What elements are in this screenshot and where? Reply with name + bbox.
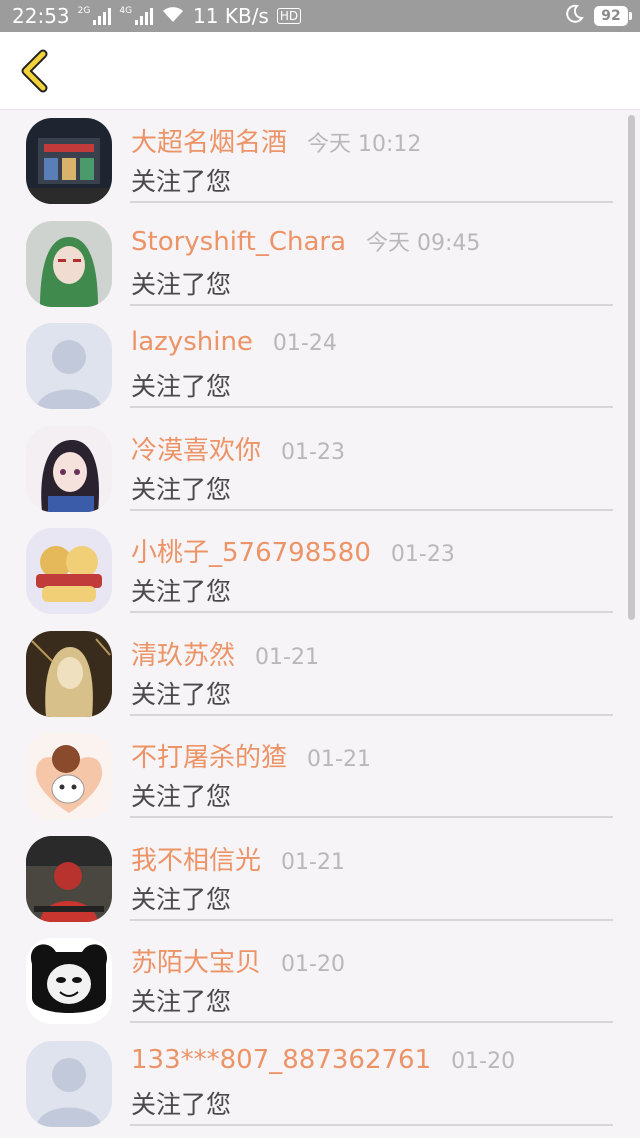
timestamp: 今天 10:12 <box>307 132 422 157</box>
avatar[interactable] <box>26 733 112 819</box>
timestamp: 今天 09:45 <box>366 230 481 256</box>
battery-icon: 92 <box>594 6 632 26</box>
timestamp: 01-21 <box>281 849 345 875</box>
list-item[interactable]: 小桃子_576798580 01-23 关注了您 <box>0 520 640 623</box>
action-text: 关注了您 <box>131 474 232 504</box>
list-item[interactable]: lazyshine 01-24 关注了您 <box>0 315 640 418</box>
status-time: 22:53 <box>12 4 70 28</box>
list-item[interactable]: 清玖苏然 01-21 关注了您 <box>0 623 640 726</box>
action-text: 关注了您 <box>131 679 232 709</box>
avatar[interactable] <box>26 220 112 307</box>
user-name[interactable]: lazyshine <box>131 327 253 357</box>
timestamp: 01-20 <box>281 952 345 977</box>
timestamp: 01-23 <box>281 439 345 465</box>
avatar-image <box>26 630 112 717</box>
avatar-image <box>26 733 112 819</box>
avatar[interactable] <box>26 630 112 717</box>
user-name[interactable]: 133***807_887362761 <box>131 1045 431 1075</box>
timestamp: 01-20 <box>451 1048 516 1074</box>
avatar[interactable] <box>26 835 112 922</box>
action-text: 关注了您 <box>131 167 232 196</box>
divider <box>130 303 613 306</box>
timestamp: 01-21 <box>307 747 371 772</box>
list-item[interactable]: Storyshift_Chara 今天 09:45 关注了您 <box>0 213 640 316</box>
avatar[interactable] <box>26 323 112 409</box>
avatar-image <box>26 425 112 512</box>
avatar-image <box>26 323 112 409</box>
divider <box>130 201 613 203</box>
wifi-icon <box>161 4 185 28</box>
user-name[interactable]: 冷漠喜欢你 <box>131 430 261 467</box>
timestamp: 01-21 <box>255 644 319 670</box>
action-text: 关注了您 <box>131 1089 232 1119</box>
avatar-image <box>26 220 112 307</box>
battery-level: 92 <box>601 8 621 24</box>
avatar[interactable] <box>26 425 112 512</box>
header-bar <box>0 32 640 110</box>
avatar-image <box>26 528 112 614</box>
divider <box>130 816 613 818</box>
status-bar: 22:53 2G 4G 11 KB/s HD 92 <box>0 0 640 32</box>
user-name[interactable]: 清玖苏然 <box>131 635 235 672</box>
hd-icon: HD <box>276 8 302 24</box>
timestamp: 01-23 <box>390 542 455 567</box>
back-button[interactable] <box>14 48 54 94</box>
divider <box>130 1123 613 1126</box>
avatar[interactable] <box>26 528 112 614</box>
action-text: 关注了您 <box>131 372 232 401</box>
avatar[interactable] <box>26 1040 112 1127</box>
user-name[interactable]: 大超名烟名酒 <box>131 122 287 159</box>
list-item[interactable]: 大超名烟名酒 今天 10:12 关注了您 <box>0 110 640 213</box>
action-text: 关注了您 <box>131 782 232 811</box>
signal-icon-1: 2G <box>78 7 112 25</box>
avatar-image <box>26 835 112 922</box>
avatar[interactable] <box>26 118 112 204</box>
user-name[interactable]: 小桃子_576798580 <box>131 532 371 569</box>
network-speed: 11 KB/s <box>193 4 269 28</box>
follower-list: 大超名烟名酒 今天 10:12 关注了您 Storyshift_Chara 今天… <box>0 110 640 1135</box>
list-item[interactable]: 冷漠喜欢你 01-23 关注了您 <box>0 418 640 521</box>
user-name[interactable]: Storyshift_Chara <box>131 227 346 257</box>
action-text: 关注了您 <box>131 884 232 914</box>
avatar[interactable] <box>26 938 112 1024</box>
scrollbar[interactable] <box>628 115 635 620</box>
list-item[interactable]: 我不相信光 01-21 关注了您 <box>0 828 640 931</box>
divider <box>130 508 613 511</box>
moon-icon <box>564 4 584 29</box>
action-text: 关注了您 <box>131 987 232 1016</box>
avatar-image <box>26 938 112 1024</box>
list-item[interactable]: 苏陌大宝贝 01-20 关注了您 <box>0 930 640 1033</box>
divider <box>130 918 613 921</box>
divider <box>130 713 613 716</box>
action-text: 关注了您 <box>131 577 232 606</box>
user-name[interactable]: 苏陌大宝贝 <box>131 942 261 979</box>
divider <box>130 406 613 408</box>
avatar-image <box>26 1040 112 1127</box>
action-text: 关注了您 <box>131 269 232 299</box>
timestamp: 01-24 <box>272 331 337 356</box>
chevron-left-icon <box>21 49 48 93</box>
user-name[interactable]: 不打屠杀的猹 <box>131 737 287 774</box>
list-item[interactable]: 不打屠杀的猹 01-21 关注了您 <box>0 725 640 828</box>
avatar-image <box>26 118 112 204</box>
user-name[interactable]: 我不相信光 <box>131 840 261 877</box>
list-item[interactable]: 133***807_887362761 01-20 关注了您 <box>0 1033 640 1136</box>
signal-icon-2: 4G <box>119 7 154 25</box>
divider <box>130 611 613 613</box>
divider <box>130 1021 613 1023</box>
